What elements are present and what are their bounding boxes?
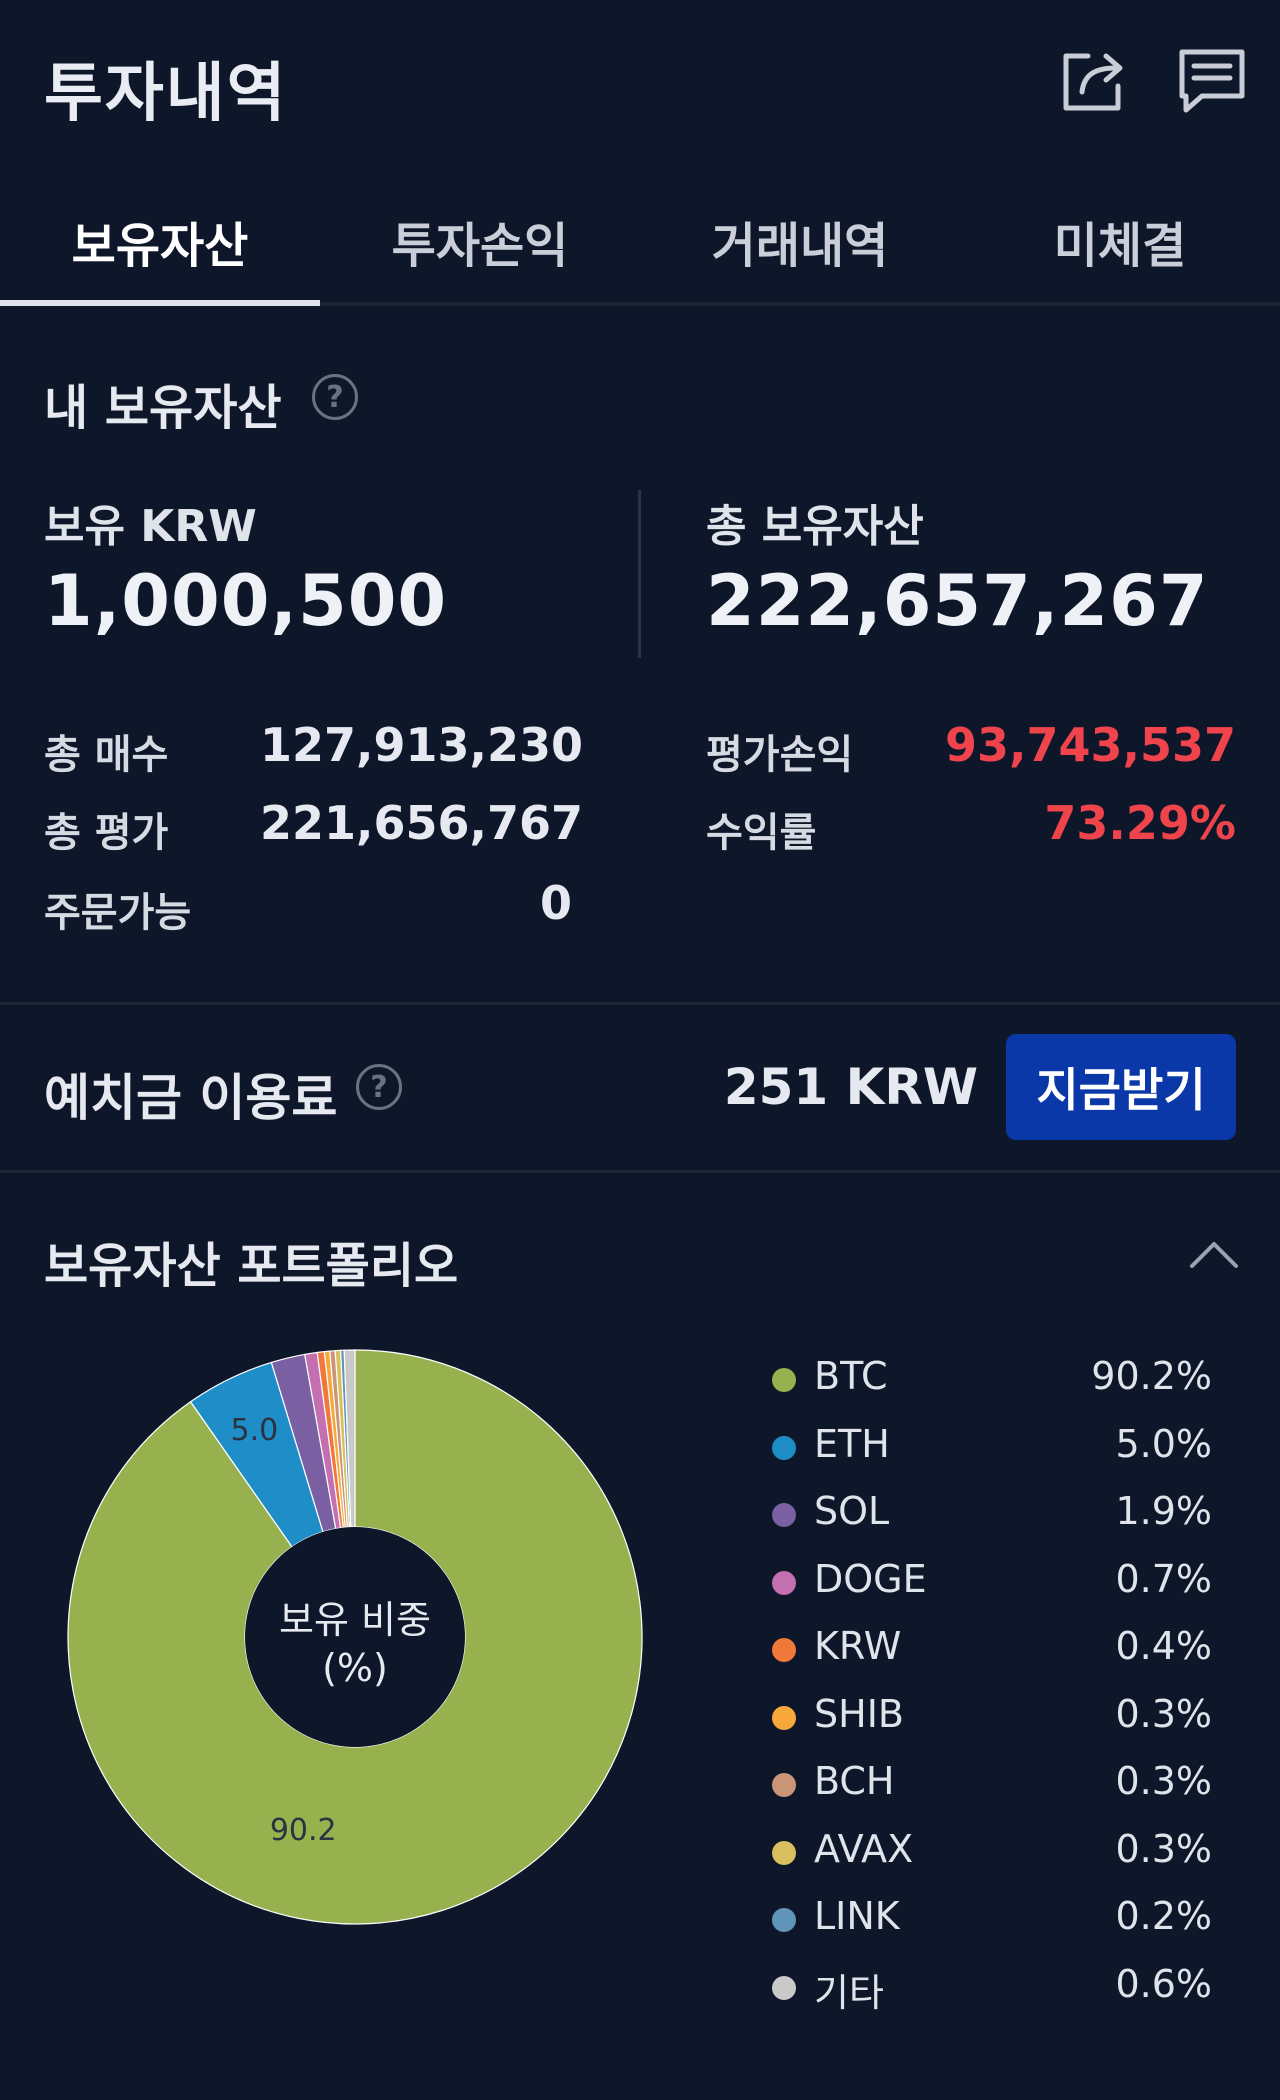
deposit-interest-amount: 251 KRW — [723, 1058, 978, 1116]
legend-label: 기타 — [814, 1970, 884, 2015]
total-assets-label: 총 보유자산 — [706, 501, 924, 552]
legend-dot — [772, 1773, 796, 1797]
tab-bar: 보유자산 투자손익 거래내역 미체결 — [0, 180, 1280, 306]
legend-dot — [772, 1435, 796, 1460]
tab-unfilled[interactable]: 미체결 — [960, 180, 1280, 302]
krw-label: 보유 KRW — [44, 501, 257, 552]
legend-label: LINK — [814, 1894, 900, 1938]
legend-dot — [772, 1705, 796, 1730]
legend-dot — [772, 1503, 796, 1527]
legend-value: 0.2% — [1115, 1894, 1212, 1938]
eval-pnl-value: 93,743,537 — [944, 718, 1236, 772]
legend-dot — [772, 1908, 796, 1932]
legend-value: 5.0% — [1115, 1421, 1212, 1466]
legend-item: ETH 5.0% — [770, 1416, 1220, 1484]
section-divider — [0, 1002, 1280, 1005]
portfolio-legend: BTC 90.2% ETH 5.0% SOL 1.9% DOGE 0.7% KRW 0.4% SHI… — [770, 1348, 1220, 2023]
legend-value: 0.3% — [1115, 1826, 1212, 1871]
legend-dot — [772, 1638, 796, 1662]
legend-value: 0.3% — [1115, 1691, 1212, 1736]
legend-label: DOGE — [814, 1556, 927, 1601]
orderable-label: 주문가능 — [44, 890, 192, 936]
total-eval-value: 221,656,767 — [260, 796, 584, 850]
holdings-title: 내 보유자산 — [44, 380, 282, 436]
deposit-help-icon[interactable]: ? — [356, 1064, 402, 1110]
return-rate-label: 수익률 — [706, 810, 817, 856]
portfolio-donut-chart: 보유 비중 (%) 5.0 90.2 — [60, 1342, 650, 1932]
legend-label: SOL — [814, 1489, 890, 1533]
slice-label-eth: 5.0 — [231, 1413, 279, 1448]
legend-item: BTC 90.2% — [770, 1348, 1220, 1416]
legend-item: AVAX 0.3% — [770, 1821, 1220, 1889]
legend-value: 0.3% — [1115, 1759, 1212, 1803]
legend-label: ETH — [814, 1421, 890, 1466]
legend-item: KRW 0.4% — [770, 1618, 1220, 1686]
legend-item: SOL 1.9% — [770, 1483, 1220, 1551]
tab-profit-loss[interactable]: 투자손익 — [320, 180, 640, 302]
message-icon[interactable] — [1176, 44, 1248, 116]
legend-item: LINK 0.2% — [770, 1888, 1220, 1956]
chevron-up-icon[interactable] — [1186, 1228, 1242, 1284]
help-icon[interactable]: ? — [312, 374, 358, 420]
share-icon[interactable] — [1058, 44, 1130, 116]
total-buy-label: 총 매수 — [44, 732, 169, 778]
orderable-value: 0 — [539, 876, 572, 930]
legend-value: 0.6% — [1115, 1961, 1212, 2006]
claim-now-button[interactable]: 지금받기 — [1006, 1034, 1236, 1140]
header: 투자내역 — [0, 0, 1280, 160]
legend-label: SHIB — [814, 1691, 904, 1736]
legend-dot — [772, 1840, 796, 1865]
legend-label: KRW — [814, 1624, 902, 1668]
donut-center-unit: (%) — [322, 1646, 388, 1690]
legend-dot — [772, 1570, 796, 1595]
legend-dot — [772, 1368, 796, 1392]
tab-history[interactable]: 거래내역 — [640, 180, 960, 302]
legend-label: AVAX — [814, 1826, 914, 1871]
total-buy-value: 127,913,230 — [260, 718, 584, 772]
legend-label: BCH — [814, 1759, 895, 1803]
app-root: 투자내역 보유자산 투자손익 거래내역 미체결 내 보유자산 ? 보유 KRW … — [0, 0, 1280, 2100]
krw-value: 1,000,500 — [44, 560, 448, 642]
legend-dot — [772, 1975, 796, 2000]
divider — [638, 490, 641, 658]
return-rate-value: 73.29% — [1044, 796, 1236, 850]
total-assets-value: 222,657,267 — [706, 560, 1209, 642]
total-eval-label: 총 평가 — [44, 810, 169, 856]
page-title: 투자내역 — [44, 57, 288, 131]
legend-value: 1.9% — [1115, 1489, 1212, 1533]
eval-pnl-label: 평가손익 — [706, 732, 854, 778]
slice-label-btc: 90.2 — [270, 1813, 337, 1848]
legend-item: DOGE 0.7% — [770, 1551, 1220, 1619]
legend-value: 90.2% — [1091, 1354, 1212, 1398]
legend-item: SHIB 0.3% — [770, 1686, 1220, 1754]
tab-holdings[interactable]: 보유자산 — [0, 180, 320, 306]
legend-value: 0.4% — [1115, 1624, 1212, 1668]
legend-label: BTC — [814, 1354, 888, 1398]
legend-item: BCH 0.3% — [770, 1753, 1220, 1821]
donut-center-label: 보유 비중 — [279, 1598, 431, 1642]
legend-item: 기타 0.6% — [770, 1956, 1220, 2024]
section-divider-2 — [0, 1170, 1280, 1173]
donut-svg: 보유 비중(%) 5.0 90.2 — [67, 1349, 643, 1925]
legend-value: 0.7% — [1115, 1556, 1212, 1601]
deposit-interest-title: 예치금 이용료 — [44, 1069, 338, 1127]
portfolio-title: 보유자산 포트폴리오 — [44, 1238, 459, 1294]
